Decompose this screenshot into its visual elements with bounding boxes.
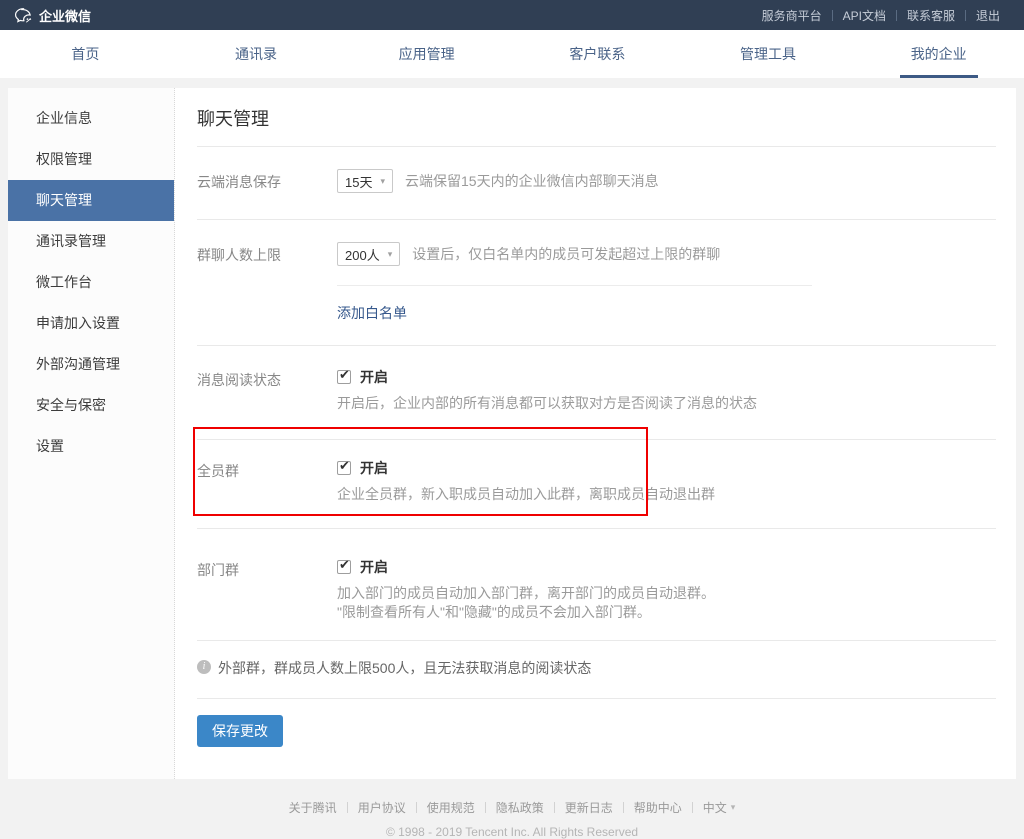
- tab-label: 通讯录: [235, 44, 277, 64]
- group-limit-select[interactable]: 200人 ▾: [337, 242, 400, 266]
- row-label: 全员群: [197, 458, 337, 504]
- group-limit-desc: 设置后，仅白名单内的成员可发起超过上限的群聊: [412, 244, 720, 264]
- settings-panel: 企业信息 权限管理 聊天管理 通讯录管理 微工作台 申请加入设置 外部沟通管理 …: [8, 88, 1016, 779]
- topbar-link-logout[interactable]: 退出: [966, 7, 1010, 24]
- row-label: 群聊人数上限: [197, 242, 337, 323]
- sidebar: 企业信息 权限管理 聊天管理 通讯录管理 微工作台 申请加入设置 外部沟通管理 …: [8, 88, 175, 779]
- topbar-links: 服务商平台 API文档 联系客服 退出: [752, 7, 1010, 24]
- tab-label: 首页: [71, 44, 99, 64]
- language-label: 中文: [703, 799, 727, 816]
- tab-my-company[interactable]: 我的企业: [853, 30, 1024, 78]
- active-tab-underline: [900, 75, 978, 78]
- main-nav: 首页 通讯录 应用管理 客户联系 管理工具 我的企业: [0, 30, 1024, 78]
- row-label: 部门群: [197, 557, 337, 622]
- row-group-member-limit: 群聊人数上限 200人 ▾ 设置后，仅白名单内的成员可发起超过上限的群聊 添加白…: [197, 220, 996, 345]
- note-text: 外部群，群成员人数上限500人，且无法获取消息的阅读状态: [218, 658, 591, 678]
- row-all-staff-group: 全员群 ✔ 开启 企业全员群，新入职成员自动加入此群，离职成员自动退出群: [197, 440, 996, 528]
- cloud-save-value: 15天: [345, 172, 372, 191]
- sidebar-item-security[interactable]: 安全与保密: [8, 385, 174, 426]
- all-staff-group-checkbox[interactable]: ✔: [337, 461, 351, 475]
- topbar-link-service-platform[interactable]: 服务商平台: [752, 7, 832, 24]
- sidebar-item-external-communication[interactable]: 外部沟通管理: [8, 344, 174, 385]
- content-area: 聊天管理 云端消息保存 15天 ▾ 云端保留15天内的企业微信内部聊天消息: [175, 88, 1016, 779]
- read-status-checkbox[interactable]: ✔: [337, 370, 351, 384]
- button-row: 保存更改: [197, 699, 996, 779]
- footer-links: 关于腾讯 用户协议 使用规范 隐私政策 更新日志 帮助中心 中文 ▾: [8, 799, 1016, 816]
- topbar-link-contact-support[interactable]: 联系客服: [897, 7, 965, 24]
- sidebar-item-contacts-management[interactable]: 通讯录管理: [8, 221, 174, 262]
- tab-admin-tools[interactable]: 管理工具: [683, 30, 854, 78]
- footer-link-help-center[interactable]: 帮助中心: [624, 799, 692, 816]
- cloud-save-desc: 云端保留15天内的企业微信内部聊天消息: [405, 171, 659, 191]
- footer-link-privacy-policy[interactable]: 隐私政策: [486, 799, 554, 816]
- footer: 关于腾讯 用户协议 使用规范 隐私政策 更新日志 帮助中心 中文 ▾ © 199…: [8, 779, 1016, 839]
- cloud-save-select[interactable]: 15天 ▾: [337, 169, 393, 193]
- page-body: 企业信息 权限管理 聊天管理 通讯录管理 微工作台 申请加入设置 外部沟通管理 …: [0, 78, 1024, 809]
- tab-customer-contact[interactable]: 客户联系: [512, 30, 683, 78]
- row-label: 消息阅读状态: [197, 367, 337, 413]
- sidebar-item-permission-management[interactable]: 权限管理: [8, 139, 174, 180]
- check-icon: ✔: [339, 458, 350, 474]
- brand: 企业微信: [14, 6, 91, 25]
- check-icon: ✔: [339, 557, 350, 573]
- all-staff-group-toggle-label: 开启: [360, 458, 388, 478]
- department-group-desc-line2: "限制查看所有人"和"隐藏"的成员不会加入部门群。: [337, 603, 996, 622]
- read-status-toggle-label: 开启: [360, 367, 388, 387]
- department-group-checkbox[interactable]: ✔: [337, 560, 351, 574]
- tab-app-management[interactable]: 应用管理: [341, 30, 512, 78]
- group-limit-value: 200人: [345, 245, 380, 264]
- department-group-desc: 加入部门的成员自动加入部门群，离开部门的成员自动退群。 "限制查看所有人"和"隐…: [337, 584, 996, 622]
- read-status-desc: 开启后，企业内部的所有消息都可以获取对方是否阅读了消息的状态: [337, 394, 996, 413]
- info-icon: i: [197, 660, 211, 674]
- row-message-read-status: 消息阅读状态 ✔ 开启 开启后，企业内部的所有消息都可以获取对方是否阅读了消息的…: [197, 346, 996, 439]
- check-icon: ✔: [339, 367, 350, 383]
- row-department-group: 部门群 ✔ 开启 加入部门的成员自动加入部门群，离开部门的成员自动退群。 "限制…: [197, 529, 996, 640]
- sidebar-item-workbench[interactable]: 微工作台: [8, 262, 174, 303]
- row-label: 云端消息保存: [197, 169, 337, 193]
- footer-link-user-agreement[interactable]: 用户协议: [348, 799, 416, 816]
- footer-link-changelog[interactable]: 更新日志: [555, 799, 623, 816]
- tab-label: 客户联系: [569, 44, 625, 64]
- topbar: 企业微信 服务商平台 API文档 联系客服 退出: [0, 0, 1024, 30]
- chevron-down-icon: ▾: [388, 249, 393, 260]
- chevron-down-icon: ▾: [380, 176, 385, 187]
- language-select[interactable]: 中文 ▾: [693, 799, 746, 816]
- topbar-link-api-docs[interactable]: API文档: [833, 7, 896, 24]
- department-group-desc-line1: 加入部门的成员自动加入部门群，离开部门的成员自动退群。: [337, 584, 996, 603]
- chevron-down-icon: ▾: [731, 802, 736, 813]
- tab-contacts[interactable]: 通讯录: [171, 30, 342, 78]
- wechat-work-logo-icon: [14, 6, 33, 25]
- save-button[interactable]: 保存更改: [197, 715, 283, 747]
- tab-label: 我的企业: [911, 44, 967, 64]
- sidebar-item-settings[interactable]: 设置: [8, 426, 174, 467]
- tab-label: 应用管理: [399, 44, 455, 64]
- sidebar-item-chat-management[interactable]: 聊天管理: [8, 180, 174, 221]
- all-staff-group-desc: 企业全员群，新入职成员自动加入此群，离职成员自动退出群: [337, 485, 996, 504]
- divider: [337, 285, 812, 286]
- department-group-toggle-label: 开启: [360, 557, 388, 577]
- page-title: 聊天管理: [197, 88, 996, 146]
- copyright: © 1998 - 2019 Tencent Inc. All Rights Re…: [8, 825, 1016, 839]
- add-whitelist-link[interactable]: 添加白名单: [337, 303, 407, 323]
- footer-link-usage-rules[interactable]: 使用规范: [417, 799, 485, 816]
- external-group-note: i 外部群，群成员人数上限500人，且无法获取消息的阅读状态: [197, 641, 996, 698]
- sidebar-item-company-info[interactable]: 企业信息: [8, 98, 174, 139]
- sidebar-item-join-settings[interactable]: 申请加入设置: [8, 303, 174, 344]
- brand-name: 企业微信: [39, 6, 91, 25]
- tab-home[interactable]: 首页: [0, 30, 171, 78]
- footer-link-about-tencent[interactable]: 关于腾讯: [279, 799, 347, 816]
- row-cloud-message-save: 云端消息保存 15天 ▾ 云端保留15天内的企业微信内部聊天消息: [197, 147, 996, 219]
- tab-label: 管理工具: [740, 44, 796, 64]
